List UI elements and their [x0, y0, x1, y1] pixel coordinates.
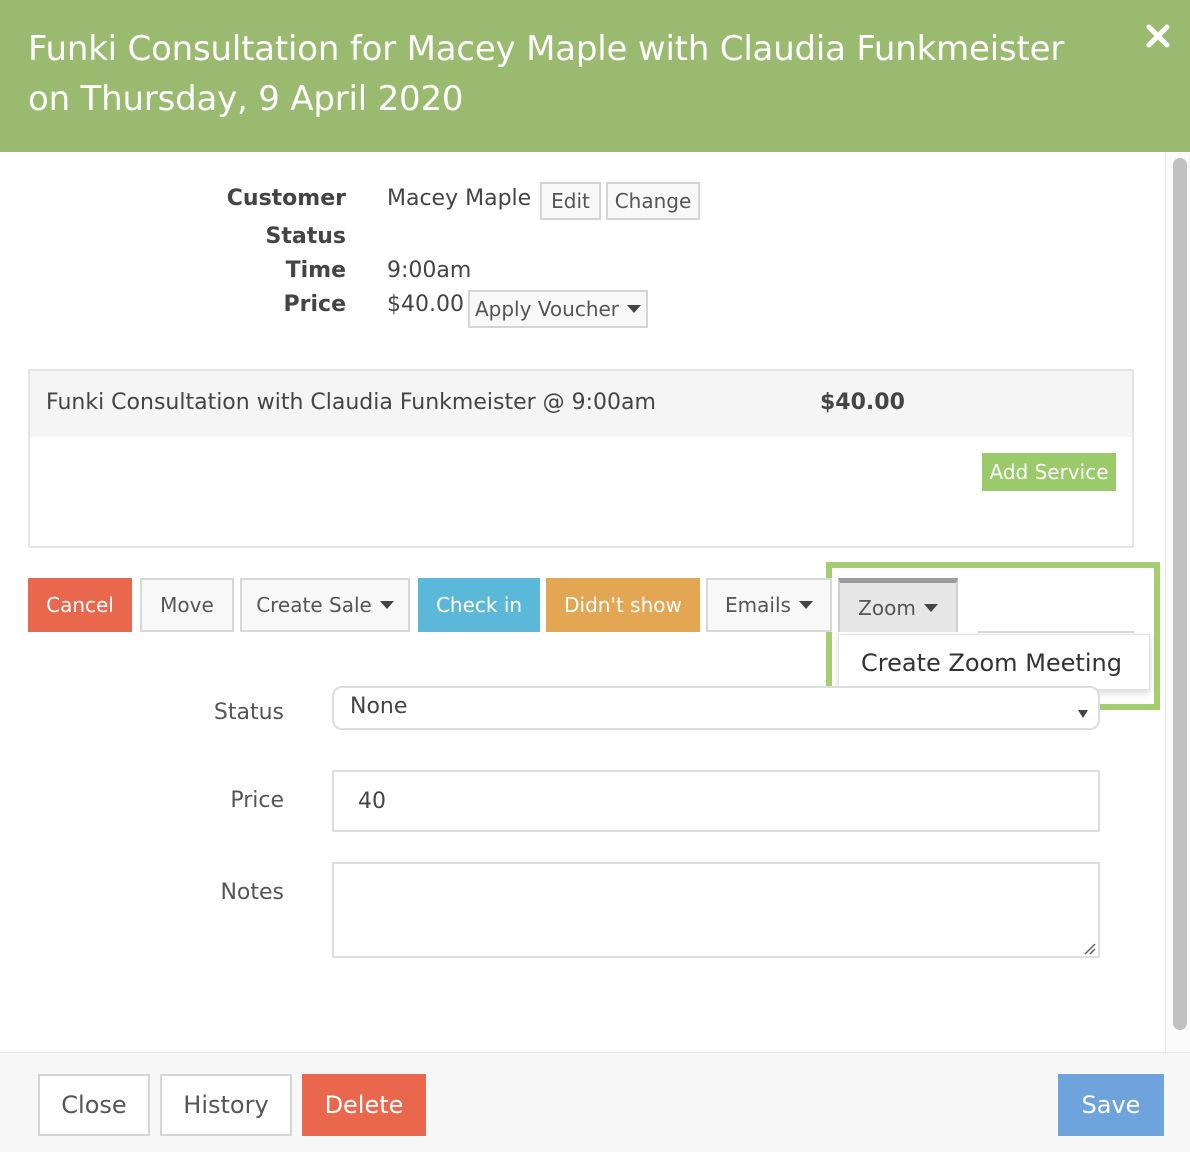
scrollbar-thumb[interactable]: [1173, 158, 1187, 1030]
status-selected-value: None: [350, 694, 408, 719]
add-service-button[interactable]: Add Service: [982, 453, 1116, 491]
zoom-label: Zoom: [858, 595, 916, 620]
divider: [978, 631, 1134, 633]
cancel-button[interactable]: Cancel: [28, 578, 132, 632]
close-icon[interactable]: [1144, 22, 1172, 50]
zoom-dropdown-menu: Create Zoom Meeting: [838, 634, 1150, 690]
save-button[interactable]: Save: [1058, 1074, 1164, 1136]
customer-name: Macey Maple: [387, 186, 532, 211]
service-row[interactable]: Funki Consultation with Claudia Funkmeis…: [30, 371, 1132, 437]
create-zoom-meeting-item[interactable]: Create Zoom Meeting: [861, 649, 1122, 677]
time-label: Time: [285, 258, 346, 283]
move-button[interactable]: Move: [140, 578, 234, 632]
customer-label: Customer: [226, 186, 346, 211]
caret-down-icon: [379, 601, 394, 609]
services-panel: Funki Consultation with Claudia Funkmeis…: [28, 369, 1134, 548]
emails-label: Emails: [725, 593, 791, 617]
status-select[interactable]: None: [332, 686, 1100, 730]
modal-header: Funki Consultation for Macey Maple with …: [0, 0, 1190, 152]
price-value: $40.00: [387, 292, 464, 317]
service-price: $40.00: [820, 390, 905, 415]
price-input-value: 40: [358, 789, 386, 814]
price-input[interactable]: 40: [332, 770, 1100, 832]
resize-grip-icon[interactable]: [1082, 940, 1096, 955]
create-sale-label: Create Sale: [256, 593, 372, 617]
caret-down-icon: [923, 603, 938, 612]
status-field-label: Status: [213, 700, 284, 725]
price-field-label: Price: [230, 788, 284, 813]
modal-title: Funki Consultation for Macey Maple with …: [28, 29, 1065, 119]
create-sale-button[interactable]: Create Sale: [240, 578, 410, 632]
emails-button[interactable]: Emails: [706, 578, 832, 632]
caret-down-icon: [798, 601, 813, 609]
status-label: Status: [265, 224, 346, 249]
history-button[interactable]: History: [160, 1074, 292, 1136]
price-label: Price: [283, 292, 346, 317]
service-name: Funki Consultation with Claudia Funkmeis…: [46, 390, 656, 415]
delete-button[interactable]: Delete: [302, 1074, 426, 1136]
zoom-button[interactable]: Zoom: [838, 578, 958, 632]
change-customer-button[interactable]: Change: [606, 182, 700, 220]
close-button[interactable]: Close: [38, 1074, 150, 1136]
chevron-down-icon: [1078, 710, 1088, 718]
caret-down-icon: [627, 305, 642, 313]
time-value: 9:00am: [387, 258, 472, 283]
notes-textarea[interactable]: [332, 862, 1100, 958]
check-in-button[interactable]: Check in: [418, 578, 540, 632]
edit-customer-button[interactable]: Edit: [540, 182, 601, 220]
notes-field-label: Notes: [220, 880, 284, 905]
apply-voucher-button[interactable]: Apply Voucher: [468, 290, 648, 328]
didnt-show-button[interactable]: Didn't show: [546, 578, 700, 632]
apply-voucher-label: Apply Voucher: [474, 297, 620, 321]
